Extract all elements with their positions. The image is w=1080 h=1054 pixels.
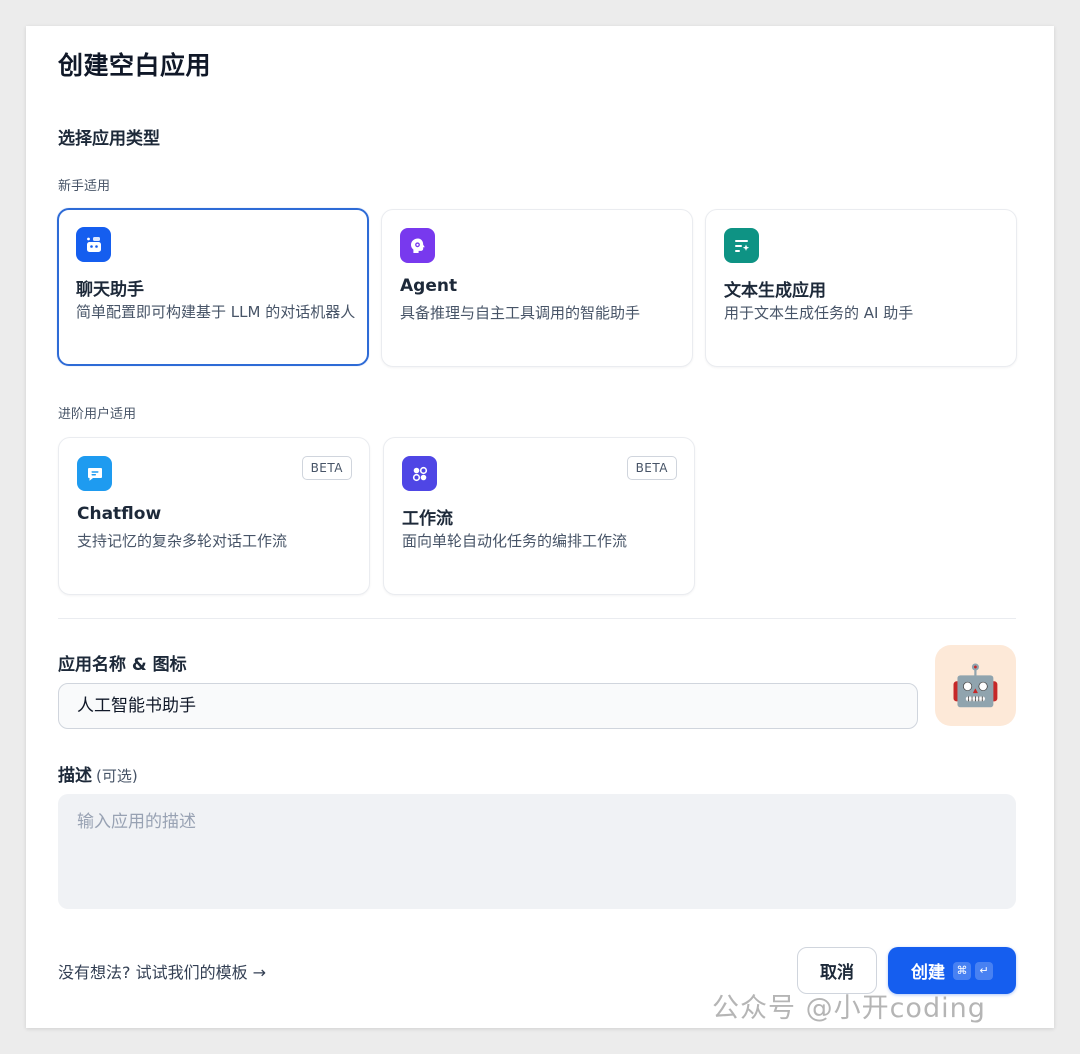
cancel-button-label: 取消 bbox=[820, 963, 854, 983]
card-description: 具备推理与自主工具调用的智能助手 bbox=[400, 304, 641, 322]
card-description: 面向单轮自动化任务的编排工作流 bbox=[402, 532, 628, 550]
card-title: 聊天助手 bbox=[76, 280, 144, 300]
card-title: Chatflow bbox=[77, 504, 162, 524]
try-templates-link[interactable]: 没有想法? 试试我们的模板 → bbox=[58, 959, 266, 983]
agent-brain-icon bbox=[400, 228, 435, 263]
section-divider bbox=[58, 618, 1016, 619]
workflow-icon bbox=[402, 456, 437, 491]
app-type-section-title: 选择应用类型 bbox=[58, 129, 160, 149]
beginner-group-label: 新手适用 bbox=[58, 179, 111, 194]
beta-badge: BETA bbox=[301, 456, 352, 480]
app-type-card-workflow[interactable]: BETA 工作流 面向单轮自动化任务的编排工作流 bbox=[383, 437, 695, 595]
chat-bot-icon bbox=[76, 227, 111, 262]
card-description: 支持记忆的复杂多轮对话工作流 bbox=[77, 532, 288, 550]
chatflow-icon bbox=[77, 456, 112, 491]
robot-icon: 🤖 bbox=[950, 662, 1001, 709]
card-description: 简单配置即可构建基于 LLM 的对话机器人 bbox=[76, 303, 356, 321]
text-generation-icon bbox=[724, 228, 759, 263]
description-textarea[interactable]: 输入应用的描述 bbox=[58, 794, 1016, 909]
app-type-card-agent[interactable]: Agent 具备推理与自主工具调用的智能助手 bbox=[381, 209, 693, 367]
description-label: 描述 (可选) bbox=[58, 761, 138, 786]
app-name-input[interactable]: 人工智能书助手 bbox=[58, 683, 918, 729]
dialog-title: 创建空白应用 bbox=[58, 51, 212, 80]
create-app-dialog: 创建空白应用 选择应用类型 新手适用 聊天助手 简单配置即可构建基于 LLM 的… bbox=[26, 26, 1054, 1028]
app-type-card-chatflow[interactable]: BETA Chatflow 支持记忆的复杂多轮对话工作流 bbox=[58, 437, 370, 595]
card-title: Agent bbox=[400, 276, 458, 296]
app-name-label: 应用名称 & 图标 bbox=[58, 655, 187, 675]
command-key-icon: ⌘ bbox=[953, 961, 971, 980]
card-description: 用于文本生成任务的 AI 助手 bbox=[724, 304, 914, 322]
optional-hint: (可选) bbox=[96, 767, 138, 785]
description-label-text: 描述 bbox=[58, 766, 92, 786]
enter-key-icon: ↵ bbox=[975, 961, 993, 980]
card-title: 工作流 bbox=[402, 509, 453, 529]
app-type-card-chat-assistant[interactable]: 聊天助手 简单配置即可构建基于 LLM 的对话机器人 bbox=[57, 208, 369, 366]
advanced-group-label: 进阶用户适用 bbox=[58, 407, 137, 422]
app-type-card-text-generation[interactable]: 文本生成应用 用于文本生成任务的 AI 助手 bbox=[705, 209, 1017, 367]
app-icon-picker[interactable]: 🤖 bbox=[935, 645, 1016, 726]
beta-badge: BETA bbox=[626, 456, 677, 480]
create-button-label: 创建 bbox=[911, 963, 945, 983]
watermark: 公众号 @小开coding bbox=[712, 993, 986, 1024]
card-title: 文本生成应用 bbox=[724, 281, 826, 301]
